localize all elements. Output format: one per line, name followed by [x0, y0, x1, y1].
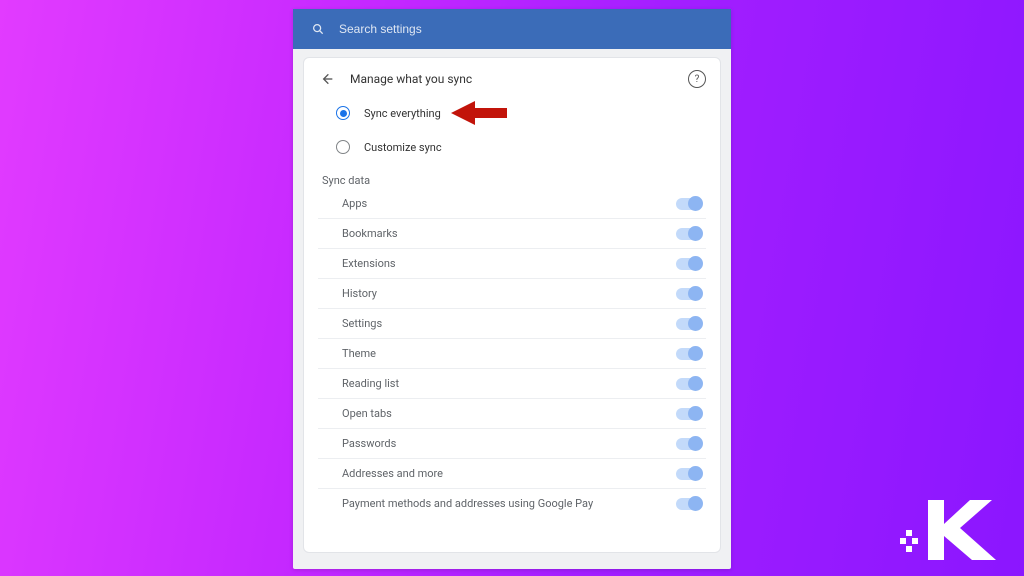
sync-item-label: History [342, 287, 377, 300]
search-bar[interactable] [293, 9, 731, 49]
sync-item-label: Passwords [342, 437, 396, 450]
sync-item-label: Reading list [342, 377, 399, 390]
sync-item-toggle[interactable] [676, 468, 702, 480]
sync-item: Addresses and more [318, 459, 706, 489]
sync-item-toggle[interactable] [676, 288, 702, 300]
sync-item-toggle[interactable] [676, 498, 702, 510]
sync-item-toggle[interactable] [676, 258, 702, 270]
sync-data-list: Apps Bookmarks Extensions History Settings Th… [318, 189, 706, 518]
sync-item-label: Addresses and more [342, 467, 443, 480]
panel-header: Manage what you sync ? [318, 70, 706, 88]
radio-sync-everything[interactable] [336, 106, 350, 120]
sync-item-toggle[interactable] [676, 318, 702, 330]
sync-item: Extensions [318, 249, 706, 279]
option-label: Sync everything [364, 107, 441, 120]
sync-item-label: Extensions [342, 257, 396, 270]
sync-item: Reading list [318, 369, 706, 399]
sync-item-label: Open tabs [342, 407, 392, 420]
sync-item: Theme [318, 339, 706, 369]
sync-item: Bookmarks [318, 219, 706, 249]
sync-item-label: Settings [342, 317, 382, 330]
back-arrow-icon[interactable] [318, 70, 336, 88]
option-sync-everything[interactable]: Sync everything [336, 106, 706, 120]
sync-item: Payment methods and addresses using Goog… [318, 489, 706, 518]
content-wrap: Manage what you sync ? Sync everything C… [293, 49, 731, 569]
sync-item-toggle[interactable] [676, 408, 702, 420]
sync-item-label: Apps [342, 197, 367, 210]
sync-panel: Manage what you sync ? Sync everything C… [303, 57, 721, 553]
sync-item: History [318, 279, 706, 309]
sync-item-label: Bookmarks [342, 227, 398, 240]
sync-item: Open tabs [318, 399, 706, 429]
watermark-logo-icon [900, 488, 1000, 570]
sync-item-toggle[interactable] [676, 378, 702, 390]
radio-customize-sync[interactable] [336, 140, 350, 154]
sync-item: Passwords [318, 429, 706, 459]
help-icon[interactable]: ? [688, 70, 706, 88]
sync-item: Settings [318, 309, 706, 339]
callout-arrow-icon [451, 98, 511, 131]
sync-item-toggle[interactable] [676, 228, 702, 240]
sync-item: Apps [318, 189, 706, 219]
sync-item-label: Payment methods and addresses using Goog… [342, 497, 593, 510]
sync-item-label: Theme [342, 347, 376, 360]
panel-title: Manage what you sync [350, 72, 472, 86]
option-customize-sync[interactable]: Customize sync [336, 140, 706, 154]
settings-window: Manage what you sync ? Sync everything C… [293, 9, 731, 569]
search-input[interactable] [339, 22, 713, 36]
section-label: Sync data [322, 174, 706, 187]
search-icon [311, 22, 325, 36]
sync-item-toggle[interactable] [676, 438, 702, 450]
option-label: Customize sync [364, 141, 442, 154]
sync-item-toggle[interactable] [676, 198, 702, 210]
sync-item-toggle[interactable] [676, 348, 702, 360]
